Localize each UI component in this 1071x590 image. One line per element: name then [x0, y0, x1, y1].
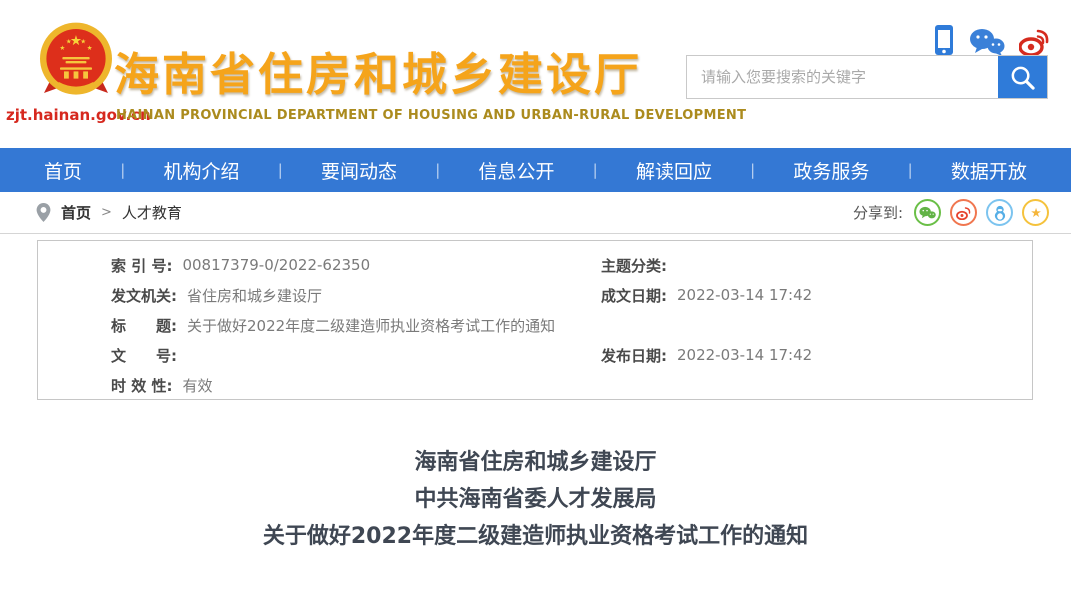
document-meta-box: 索 引 号: 00817379-0/2022-62350 主题分类: 发文机关:… — [37, 240, 1033, 400]
nav-separator: | — [435, 161, 441, 179]
nav-separator: | — [907, 161, 913, 179]
national-emblem-icon: ★ ★ ★ ★ ★ — [40, 22, 112, 95]
national-emblem-logo[interactable]: ★ ★ ★ ★ ★ — [36, 16, 116, 106]
meta-title-label: 标 题: — [111, 316, 177, 335]
meta-row: 索 引 号: 00817379-0/2022-62350 主题分类: — [38, 250, 1032, 280]
meta-title: 标 题: 关于做好2022年度二级建造师执业资格考试工作的通知 — [38, 315, 601, 336]
share-weibo-button[interactable] — [950, 199, 977, 226]
share-area: 分享到: ★ — [853, 192, 1049, 233]
meta-validity-value: 有效 — [182, 376, 213, 395]
meta-issuer-value: 省住房和城乡建设厅 — [187, 286, 323, 305]
meta-category-label: 主题分类: — [601, 256, 667, 275]
qzone-star-icon: ★ — [1030, 205, 1041, 220]
nav-item-gov-services[interactable]: 政务服务 — [793, 157, 869, 184]
svg-text:★: ★ — [87, 44, 93, 52]
meta-issuer: 发文机关: 省住房和城乡建设厅 — [38, 285, 601, 306]
meta-written-date-label: 成文日期: — [601, 286, 667, 305]
meta-validity-label: 时 效 性: — [111, 376, 173, 395]
search-box — [686, 55, 1048, 99]
meta-doc-number-label: 文 号: — [111, 346, 177, 365]
meta-publish-date-value: 2022-03-14 17:42 — [677, 346, 813, 364]
main-nav: 首页 | 机构介绍 | 要闻动态 | 信息公开 | 解读回应 | 政务服务 | … — [0, 148, 1071, 192]
meta-doc-number: 文 号: — [38, 345, 601, 366]
meta-row: 时 效 性: 有效 — [38, 370, 1032, 400]
nav-item-news[interactable]: 要闻动态 — [321, 157, 397, 184]
svg-text:★: ★ — [60, 44, 66, 52]
meta-category: 主题分类: — [601, 255, 1032, 276]
site-subtitle: HAINAN PROVINCIAL DEPARTMENT OF HOUSING … — [116, 108, 747, 123]
nav-item-interpretation[interactable]: 解读回应 — [636, 157, 712, 184]
breadcrumb-current[interactable]: 人才教育 — [122, 202, 182, 223]
meta-validity: 时 效 性: 有效 — [38, 375, 601, 396]
site-title: 海南省住房和城乡建设厅 — [114, 48, 643, 101]
breadcrumb-separator: > — [101, 205, 112, 220]
meta-publish-date-label: 发布日期: — [601, 346, 667, 365]
meta-issuer-label: 发文机关: — [111, 286, 177, 305]
meta-index-value: 00817379-0/2022-62350 — [182, 256, 371, 274]
article-title-line-2: 中共海南省委人才发展局 — [414, 487, 657, 512]
nav-item-home[interactable]: 首页 — [44, 157, 82, 184]
article-title: 海南省住房和城乡建设厅 中共海南省委人才发展局 关于做好2022年度二级建造师执… — [0, 444, 1071, 555]
nav-item-info-disclosure[interactable]: 信息公开 — [478, 157, 554, 184]
nav-item-about[interactable]: 机构介绍 — [163, 157, 239, 184]
search-button[interactable] — [998, 56, 1047, 98]
svg-text:★: ★ — [66, 37, 72, 45]
svg-text:★: ★ — [1030, 205, 1041, 220]
nav-separator: | — [277, 161, 283, 179]
nav-separator: | — [120, 161, 126, 179]
wechat-icon — [919, 206, 936, 218]
meta-index: 索 引 号: 00817379-0/2022-62350 — [38, 255, 601, 276]
article-title-line-3: 关于做好2022年度二级建造师执业资格考试工作的通知 — [262, 524, 809, 549]
qq-penguin-icon — [994, 205, 1005, 221]
meta-index-label: 索 引 号: — [111, 256, 173, 275]
weibo-icon — [956, 206, 971, 220]
meta-row: 标 题: 关于做好2022年度二级建造师执业资格考试工作的通知 — [38, 310, 1032, 340]
section-divider — [0, 233, 1071, 234]
meta-row: 文 号: 发布日期: 2022-03-14 17:42 — [38, 340, 1032, 370]
share-label: 分享到: — [852, 204, 903, 222]
search-icon — [1011, 66, 1035, 90]
article-title-line-1: 海南省住房和城乡建设厅 — [414, 450, 657, 475]
meta-title-value: 关于做好2022年度二级建造师执业资格考试工作的通知 — [187, 316, 556, 335]
site-header: ★ ★ ★ ★ ★ zjt.hainan.gov.cn 海南省住房和城乡建设厅 … — [0, 0, 1071, 148]
breadcrumb: 首页 > 人才教育 — [36, 192, 182, 233]
meta-row: 发文机关: 省住房和城乡建设厅 成文日期: 2022-03-14 17:42 — [38, 280, 1032, 310]
nav-separator: | — [750, 161, 756, 179]
nav-separator: | — [592, 161, 598, 179]
svg-text:★: ★ — [80, 37, 86, 45]
meta-written-date: 成文日期: 2022-03-14 17:42 — [601, 285, 1032, 306]
location-pin-icon — [36, 203, 51, 222]
nav-item-open-data[interactable]: 数据开放 — [951, 157, 1027, 184]
share-qq-button[interactable] — [986, 199, 1013, 226]
meta-publish-date: 发布日期: 2022-03-14 17:42 — [601, 345, 1032, 366]
share-wechat-button[interactable] — [914, 199, 941, 226]
share-qzone-button[interactable]: ★ — [1022, 199, 1049, 226]
meta-written-date-value: 2022-03-14 17:42 — [677, 286, 813, 304]
breadcrumb-home[interactable]: 首页 — [61, 202, 91, 223]
breadcrumb-bar: 首页 > 人才教育 分享到: ★ — [0, 192, 1071, 233]
search-input[interactable] — [687, 56, 998, 98]
